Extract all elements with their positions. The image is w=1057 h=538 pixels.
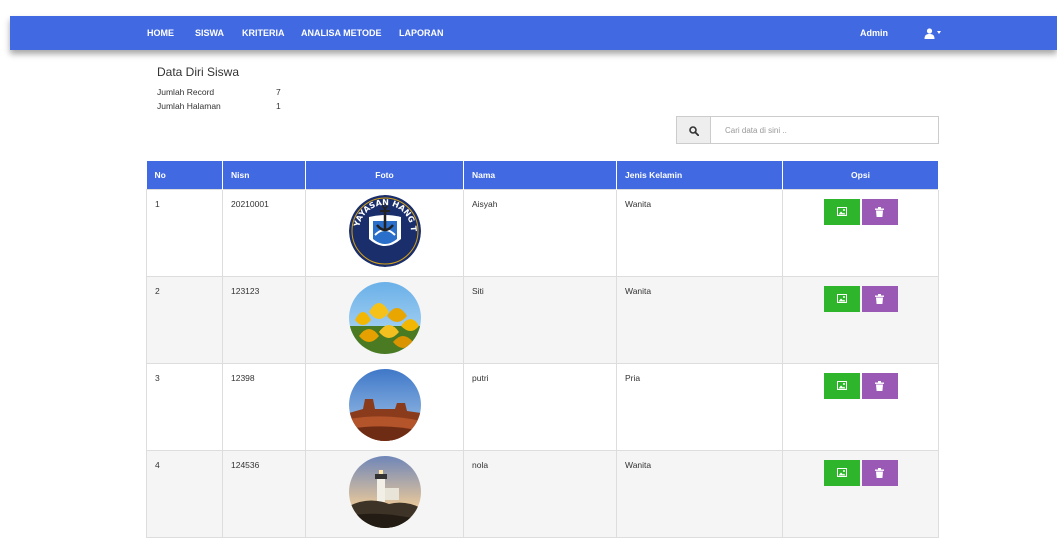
delete-button[interactable] (861, 459, 898, 486)
cell-nama: Siti (463, 275, 617, 364)
cell-no: 3 (146, 362, 223, 451)
cell-no: 1 (146, 188, 223, 277)
edit-photo-button[interactable] (823, 459, 860, 486)
header-jenis-kelamin: Jenis Kelamin (616, 161, 783, 189)
cell-foto (305, 449, 464, 538)
chevron-down-icon[interactable] (937, 31, 941, 34)
table-header-row: No Nisn Foto Nama Jenis Kelamin Opsi (146, 161, 939, 189)
trash-icon (874, 206, 884, 217)
user-name[interactable]: Admin (860, 16, 888, 50)
jumlah-halaman-value: 1 (276, 101, 281, 111)
table-row: 4 124536 nola Wanita (146, 449, 939, 538)
search-input[interactable] (710, 116, 939, 144)
edit-photo-button[interactable] (823, 198, 860, 225)
header-nisn: Nisn (222, 161, 306, 189)
cell-nama: Aisyah (463, 188, 617, 277)
cell-jenis-kelamin: Wanita (616, 188, 783, 277)
cell-nisn: 123123 (222, 275, 306, 364)
image-icon (836, 293, 847, 303)
student-photo-tulips (348, 281, 421, 354)
data-table: No Nisn Foto Nama Jenis Kelamin Opsi 1 2… (146, 161, 939, 538)
cell-opsi (782, 449, 939, 538)
delete-button[interactable] (861, 372, 898, 399)
cell-nisn: 12398 (222, 362, 306, 451)
table-row: 3 12398 putri Pria (146, 362, 939, 451)
delete-button[interactable] (861, 285, 898, 312)
student-photo-lighthouse (348, 455, 421, 528)
cell-nama: nola (463, 449, 617, 538)
trash-icon (874, 467, 884, 478)
cell-opsi (782, 188, 939, 277)
trash-icon (874, 380, 884, 391)
jumlah-record-label: Jumlah Record (157, 87, 215, 97)
nav-laporan[interactable]: LAPORAN (399, 16, 444, 50)
top-navbar: HOME SISWA KRITERIA ANALISA METODE LAPOR… (10, 16, 1057, 50)
search-group (676, 116, 939, 144)
header-no: No (146, 161, 223, 189)
nav-analisa-metode[interactable]: ANALISA METODE (301, 16, 382, 50)
cell-jenis-kelamin: Pria (616, 362, 783, 451)
cell-jenis-kelamin: Wanita (616, 275, 783, 364)
user-icon[interactable] (924, 26, 944, 40)
cell-opsi (782, 362, 939, 451)
cell-nisn: 20210001 (222, 188, 306, 277)
nav-home[interactable]: HOME (147, 16, 174, 50)
image-icon (836, 380, 847, 390)
search-button[interactable] (676, 116, 711, 144)
cell-no: 2 (146, 275, 223, 364)
page-title: Data Diri Siswa (157, 65, 240, 79)
cell-foto (305, 362, 464, 451)
trash-icon (874, 293, 884, 304)
nav-kriteria[interactable]: KRITERIA (242, 16, 285, 50)
cell-nisn: 124536 (222, 449, 306, 538)
header-nama: Nama (463, 161, 617, 189)
nav-siswa[interactable]: SISWA (195, 16, 224, 50)
jumlah-halaman-label: Jumlah Halaman (157, 101, 221, 111)
cell-opsi (782, 275, 939, 364)
table-row: 2 123123 Siti Wanita (146, 275, 939, 364)
header-opsi: Opsi (782, 161, 939, 189)
table-row: 1 20210001 YAYASAN HANG T Aisyah Wanita (146, 188, 939, 277)
image-icon (836, 467, 847, 477)
cell-nama: putri (463, 362, 617, 451)
image-icon (836, 206, 847, 216)
delete-button[interactable] (861, 198, 898, 225)
cell-foto (305, 275, 464, 364)
search-icon (689, 126, 699, 136)
cell-jenis-kelamin: Wanita (616, 449, 783, 538)
edit-photo-button[interactable] (823, 285, 860, 312)
cell-no: 4 (146, 449, 223, 538)
student-photo-logo: YAYASAN HANG TUAH (348, 194, 421, 267)
header-foto: Foto (305, 161, 464, 189)
student-photo-desert (348, 368, 421, 441)
jumlah-record-value: 7 (276, 87, 281, 97)
cell-foto: YAYASAN HANG TUAH (305, 188, 464, 277)
edit-photo-button[interactable] (823, 372, 860, 399)
